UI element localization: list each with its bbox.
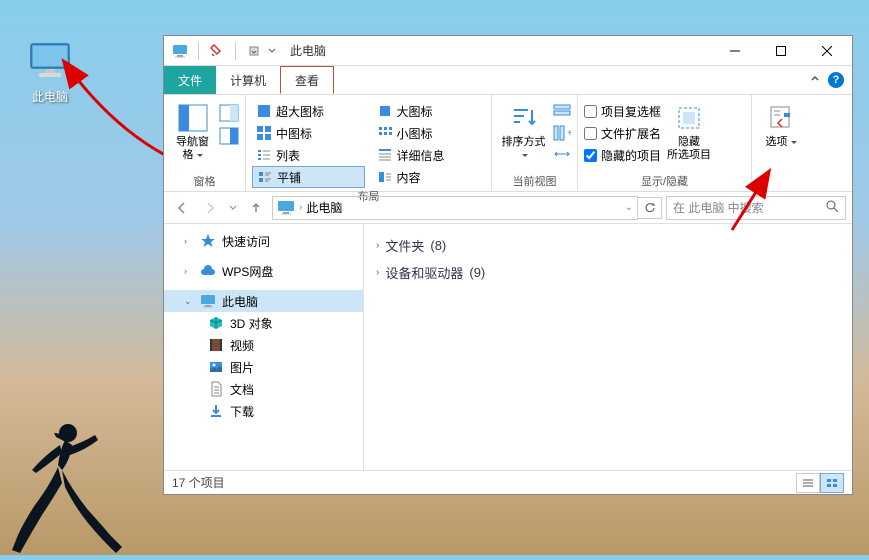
- tab-file[interactable]: 文件: [164, 66, 216, 94]
- hide-selected-button[interactable]: 隐藏所选项目: [665, 100, 713, 164]
- explorer-window: 此电脑 文件 计算机 查看 ?: [163, 35, 853, 495]
- chevron-right-icon: ›: [184, 266, 194, 276]
- chevron-right-icon: ›: [376, 267, 379, 278]
- help-icon[interactable]: ?: [828, 72, 844, 88]
- document-icon: [208, 381, 224, 397]
- cube-icon: [208, 315, 224, 331]
- layout-extra-large[interactable]: 超大图标: [252, 100, 365, 122]
- svg-text:+: +: [567, 128, 571, 139]
- qat-separator: [235, 42, 236, 60]
- nav-this-pc[interactable]: ⌄ 此电脑: [164, 290, 363, 312]
- up-button[interactable]: [244, 196, 268, 220]
- ribbon-tabs: 文件 计算机 查看 ?: [164, 66, 852, 94]
- chevron-right-icon: ›: [184, 236, 194, 246]
- breadcrumb-this-pc[interactable]: 此电脑: [306, 199, 342, 216]
- forward-button[interactable]: [198, 196, 222, 220]
- content-pane[interactable]: › 文件夹 (8) › 设备和驱动器 (9): [364, 224, 852, 470]
- chevron-right-icon: ›: [376, 240, 379, 251]
- qat-dropdown-icon[interactable]: [246, 43, 262, 59]
- star-icon: [200, 233, 216, 249]
- desktop-icon-label: 此电脑: [20, 88, 80, 105]
- hidden-items-toggle[interactable]: 隐藏的项目: [584, 144, 661, 166]
- qat-properties-icon[interactable]: [209, 43, 225, 59]
- close-button[interactable]: [804, 36, 850, 66]
- layout-content[interactable]: 内容: [373, 166, 486, 188]
- breadcrumb-dropdown[interactable]: ⌄: [625, 202, 633, 213]
- group-label-panes: 窗格: [170, 173, 239, 191]
- nav-pictures[interactable]: 图片: [164, 356, 363, 378]
- history-dropdown[interactable]: [226, 196, 240, 220]
- monitor-icon: [277, 200, 295, 216]
- layout-details[interactable]: 详细信息: [373, 144, 486, 166]
- group-label-options: [758, 177, 804, 191]
- view-details-button[interactable]: [796, 473, 820, 493]
- file-extensions-toggle[interactable]: 文件扩展名: [584, 122, 661, 144]
- tab-view[interactable]: 查看: [280, 66, 334, 94]
- wallpaper-runner: [10, 415, 130, 555]
- group-label-show-hide: 显示/隐藏: [584, 173, 745, 191]
- preview-pane-icon[interactable]: [219, 104, 239, 125]
- ribbon-collapse-icon[interactable]: [810, 71, 820, 89]
- chevron-down-icon: ⌄: [184, 296, 194, 307]
- sort-by-button[interactable]: 排序方式: [498, 100, 549, 164]
- group-by-icon[interactable]: [553, 104, 571, 123]
- layout-medium[interactable]: 中图标: [252, 122, 365, 144]
- titlebar: 此电脑: [164, 36, 852, 66]
- layout-tiles[interactable]: 平铺: [252, 166, 365, 188]
- layout-large[interactable]: 大图标: [373, 100, 486, 122]
- breadcrumb[interactable]: › 此电脑 ⌄: [272, 196, 638, 220]
- film-icon: [208, 337, 224, 353]
- options-button[interactable]: 选项: [758, 100, 804, 151]
- monitor-icon: [200, 293, 216, 309]
- qat-caret-icon[interactable]: [268, 43, 276, 59]
- download-icon: [208, 403, 224, 419]
- minimize-button[interactable]: [712, 36, 758, 66]
- details-pane-icon[interactable]: [219, 127, 239, 148]
- search-placeholder: 在 此电脑 中搜索: [673, 199, 764, 216]
- nav-documents[interactable]: 文档: [164, 378, 363, 400]
- window-title: 此电脑: [290, 42, 326, 59]
- view-tiles-button[interactable]: [820, 473, 844, 493]
- search-input[interactable]: 在 此电脑 中搜索: [666, 196, 846, 220]
- add-columns-icon[interactable]: +: [553, 125, 571, 144]
- cloud-icon: [200, 263, 216, 279]
- desktop-this-pc-icon[interactable]: 此电脑: [20, 42, 80, 105]
- chevron-right-icon: ›: [299, 202, 302, 213]
- layout-list[interactable]: 列表: [252, 144, 365, 166]
- layout-small[interactable]: 小图标: [373, 122, 486, 144]
- address-bar: › 此电脑 ⌄ 在 此电脑 中搜索: [164, 192, 852, 224]
- monitor-icon: [29, 42, 71, 80]
- content-group-folders[interactable]: › 文件夹 (8): [376, 232, 840, 259]
- maximize-button[interactable]: [758, 36, 804, 66]
- ribbon: 导航窗格 窗格 超大图标 大图标 中图标 小图标 列表 详细信息 平铺: [164, 94, 852, 192]
- back-button[interactable]: [170, 196, 194, 220]
- nav-videos[interactable]: 视频: [164, 334, 363, 356]
- app-icon: [172, 43, 188, 59]
- status-item-count: 17 个项目: [172, 474, 225, 491]
- search-icon: [825, 199, 839, 216]
- nav-downloads[interactable]: 下载: [164, 400, 363, 422]
- content-group-devices[interactable]: › 设备和驱动器 (9): [376, 259, 840, 286]
- tab-computer[interactable]: 计算机: [216, 66, 280, 94]
- size-columns-icon[interactable]: [553, 146, 571, 165]
- image-icon: [208, 359, 224, 375]
- navigation-pane[interactable]: › 快速访问 › WPS网盘 ⌄ 此电脑 3D 对象 视频: [164, 224, 364, 470]
- navigation-pane-button[interactable]: 导航窗格: [170, 100, 215, 164]
- nav-3d-objects[interactable]: 3D 对象: [164, 312, 363, 334]
- item-checkboxes-toggle[interactable]: 项目复选框: [584, 100, 661, 122]
- status-bar: 17 个项目: [164, 470, 852, 494]
- group-label-current-view: 当前视图: [498, 173, 571, 191]
- refresh-button[interactable]: [638, 197, 662, 219]
- nav-wps[interactable]: › WPS网盘: [164, 260, 363, 282]
- nav-quick-access[interactable]: › 快速访问: [164, 230, 363, 252]
- qat-separator: [198, 42, 199, 60]
